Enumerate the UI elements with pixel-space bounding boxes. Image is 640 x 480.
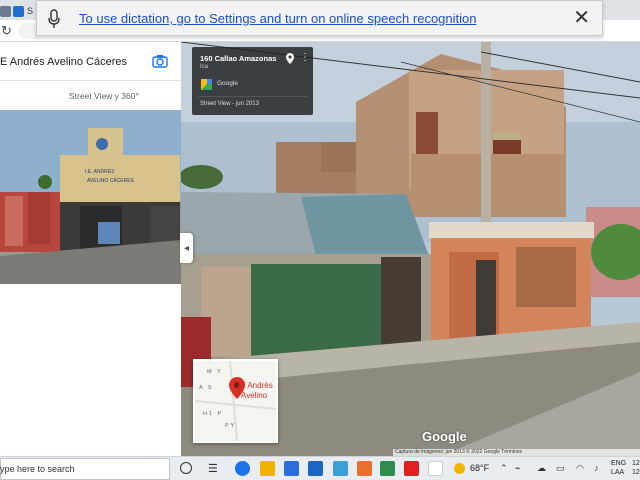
file-explorer-icon[interactable]: [260, 461, 275, 476]
youtube-icon[interactable]: [404, 461, 419, 476]
google-maps-icon: [201, 79, 212, 90]
street-view-address: 160 Callao Amazonas: [200, 54, 277, 63]
microphone-icon: [48, 9, 60, 28]
minimap-place-label-2: Avelino: [241, 391, 268, 400]
capture-date: Street View - jun 2013: [200, 101, 259, 107]
app-icon-l[interactable]: [333, 461, 348, 476]
street-view-label: Street View y 360°: [69, 91, 139, 101]
divider: [0, 80, 181, 81]
widgets-icon[interactable]: ☰: [208, 462, 218, 475]
street-view-thumbnail[interactable]: I.E. ANDRÉS AVELINO CÁCERES: [0, 110, 181, 284]
app-icon-orange[interactable]: [357, 461, 372, 476]
weather-icon[interactable]: [454, 463, 465, 474]
search-placeholder: Type here to search: [0, 464, 75, 474]
chevron-up-icon[interactable]: ⌃: [500, 463, 508, 474]
close-icon[interactable]: ✕: [573, 8, 590, 28]
clock-line-2: 12: [632, 469, 640, 476]
source-label: Google: [217, 80, 238, 87]
street-view-info-card: 160 Callao Amazonas Ica ⋮ Google Street …: [192, 47, 313, 115]
browser-tab-maps[interactable]: S: [13, 2, 33, 20]
mail-icon[interactable]: [308, 461, 323, 476]
more-options-icon[interactable]: ⋮: [300, 53, 310, 63]
minimap-place-label: IE Andrés: [238, 381, 273, 390]
collapse-panel-button[interactable]: ◂: [180, 233, 193, 263]
language-line-2: LAA: [611, 469, 625, 476]
wifi-icon[interactable]: ◠: [576, 463, 584, 474]
minimap-street-labels: M Y: [207, 369, 223, 375]
maps-icon: [13, 5, 24, 17]
tab-label: S: [27, 6, 34, 16]
taskbar-search-box[interactable]: Type here to search: [0, 458, 170, 480]
weather-temperature: 68°F: [470, 463, 490, 473]
minimap[interactable]: M Y A S H1 P PY IE Andrés Avelino: [193, 359, 278, 443]
store-icon[interactable]: [284, 461, 299, 476]
taskbar: Type here to search ☰ 68°F ⌃ ⌁ ☁ ▭ ◠ ♪ E…: [0, 456, 640, 480]
page-icon: [0, 5, 11, 17]
school-sign-text: I.E. ANDRÉS: [85, 168, 115, 175]
place-side-panel: E Andrés Avelino Cáceres Street View y 3…: [0, 42, 181, 456]
app-icon-white[interactable]: [428, 461, 443, 476]
divider: [198, 96, 307, 97]
language-line-1: ENG: [611, 460, 627, 467]
school-sign-text-2: AVELINO CÁCERES: [87, 177, 135, 184]
attribution[interactable]: Captura de imágenes: jun 2013 © 2022 Goo…: [393, 449, 640, 456]
dictation-notification: To use dictation, go to Settings and tur…: [36, 0, 603, 36]
address-field[interactable]: [18, 23, 38, 39]
battery-icon[interactable]: ▭: [556, 463, 565, 474]
reload-icon[interactable]: ↻: [1, 23, 12, 39]
street-view-locality: Ica: [200, 64, 209, 70]
clock[interactable]: 12 12: [632, 459, 640, 477]
volume-icon[interactable]: ♪: [594, 463, 599, 473]
camera-icon[interactable]: [152, 54, 168, 68]
place-title: E Andrés Avelino Cáceres: [0, 56, 127, 68]
dictation-settings-link[interactable]: To use dictation, go to Settings and tur…: [79, 11, 477, 26]
language-indicator[interactable]: ENG LAA: [611, 459, 626, 477]
cloud-icon[interactable]: ☁: [537, 463, 546, 474]
task-view-icon[interactable]: [180, 462, 192, 474]
minimap-street-labels: PY: [225, 423, 237, 429]
network-icon[interactable]: ⌁: [515, 463, 520, 474]
google-logo: Google: [422, 429, 467, 444]
clock-line-1: 12: [632, 460, 640, 467]
minimap-street-labels: A S: [199, 385, 214, 391]
edge-browser-icon[interactable]: [235, 461, 250, 476]
location-pin-icon[interactable]: [286, 53, 294, 64]
office-icon[interactable]: [380, 461, 395, 476]
browser-tab[interactable]: [0, 2, 11, 20]
minimap-street-labels: H1 P: [203, 411, 224, 417]
